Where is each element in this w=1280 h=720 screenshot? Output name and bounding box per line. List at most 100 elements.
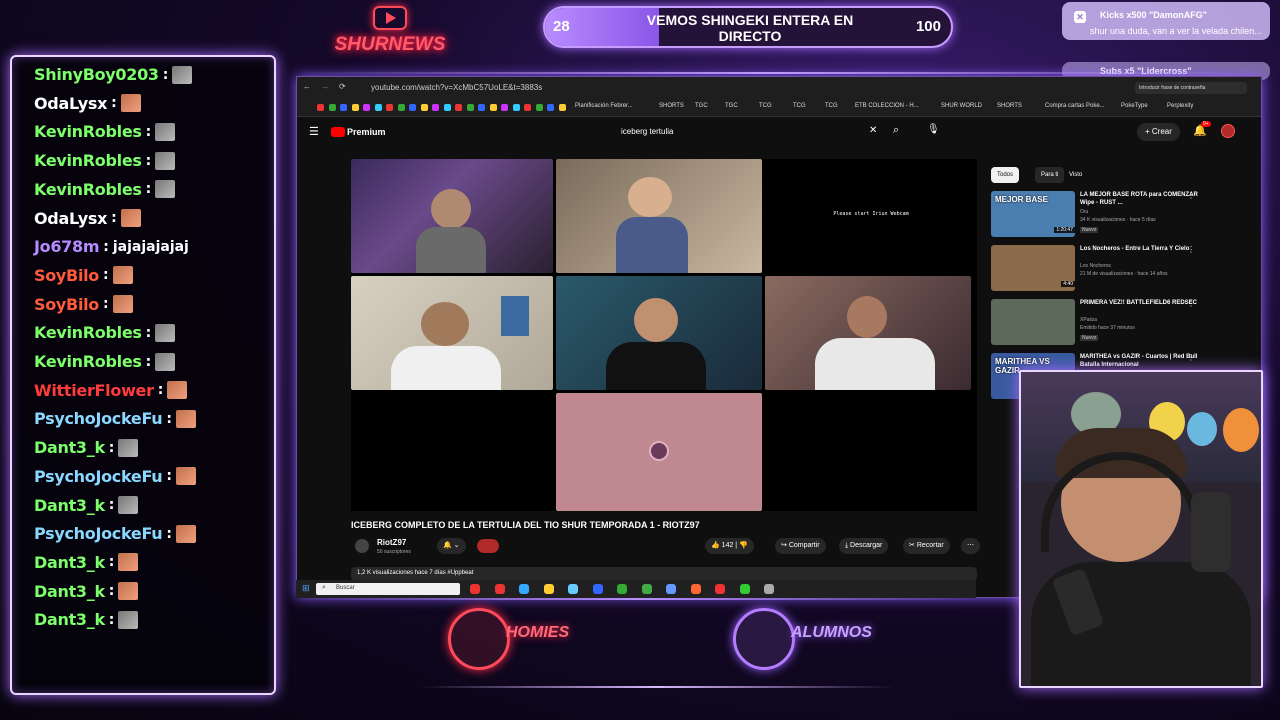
app-icon[interactable] xyxy=(690,584,701,594)
bookmark-favicon-icon[interactable] xyxy=(466,104,474,111)
url-field[interactable]: youtube.com/watch?v=XcMbC57UoLE&t=3883s xyxy=(357,81,977,95)
chat-username[interactable]: KevinRobles xyxy=(34,180,142,199)
avatar[interactable] xyxy=(1221,124,1235,138)
bookmark-item[interactable]: Compra cartas Poke... xyxy=(1045,103,1105,109)
recommended-video[interactable]: MEJOR BASE 1:20:47 LA MEJOR BASE ROTA para… xyxy=(991,191,1253,239)
bookmark-item[interactable]: ETB COLECCION - H... xyxy=(855,103,919,109)
chat-username[interactable]: Jo678m xyxy=(34,237,100,256)
more-options-icon[interactable]: ⋮ xyxy=(1187,245,1195,254)
bookmark-favicon-icon[interactable] xyxy=(397,104,405,111)
back-icon[interactable]: ← xyxy=(303,82,311,91)
chat-username[interactable]: Dant3_k xyxy=(34,438,105,457)
bookmark-item[interactable]: PokeType xyxy=(1121,103,1148,109)
bookmark-favicon-icon[interactable] xyxy=(409,104,416,111)
search-icon[interactable]: ⌕ xyxy=(893,124,899,137)
bookmark-item[interactable]: SHORTS xyxy=(997,103,1022,109)
chat-username[interactable]: SoyBilo xyxy=(34,266,99,285)
bookmark-favicon-icon[interactable] xyxy=(512,104,520,111)
like-button[interactable]: 👍 142 | 👎 xyxy=(705,538,754,554)
bookmark-favicon-icon[interactable] xyxy=(420,104,428,111)
bookmark-favicon-icon[interactable] xyxy=(558,104,566,111)
bookmark-favicon-icon[interactable] xyxy=(478,104,485,111)
opera-icon[interactable] xyxy=(494,584,505,594)
windows-start-icon[interactable]: ⊞ xyxy=(302,583,310,594)
bookmark-item[interactable]: TCG xyxy=(759,103,772,109)
notepad-icon[interactable] xyxy=(764,584,774,594)
clear-search-icon[interactable]: ✕ xyxy=(869,125,877,136)
bookmark-item[interactable]: TGC xyxy=(725,103,738,109)
chat-username[interactable]: WittierFlower xyxy=(34,381,154,400)
thumbs-down-icon[interactable]: | 👎 xyxy=(733,542,748,549)
bookmark-item[interactable]: Planificación Febrer... xyxy=(575,103,633,109)
app-icon[interactable] xyxy=(739,584,750,594)
recommended-video[interactable]: 4:40 Los Nocheros - Entre La Tierra Y Cie… xyxy=(991,245,1253,293)
bookmark-item[interactable]: TGC xyxy=(695,103,708,109)
bookmark-favicon-icon[interactable] xyxy=(386,104,393,111)
chat-username[interactable]: KevinRobles xyxy=(34,323,142,342)
bookmark-favicon-icon[interactable] xyxy=(535,104,543,111)
bookmark-favicon-icon[interactable] xyxy=(351,104,359,111)
bookmark-favicon-icon[interactable] xyxy=(489,104,497,111)
bookmark-favicon-icon[interactable] xyxy=(524,104,531,111)
chat-username[interactable]: KevinRobles xyxy=(34,122,142,141)
bookmark-favicon-icon[interactable] xyxy=(317,104,324,111)
pokeball-icon[interactable] xyxy=(715,584,725,594)
bookmark-favicon-icon[interactable] xyxy=(432,104,439,111)
recommended-video[interactable]: PRIMERA VEZ!! BATTLEFIELD6 REDSEC XPaiiza… xyxy=(991,299,1253,347)
chat-username[interactable]: ShinyBoy0203 xyxy=(34,65,159,84)
chip-all[interactable]: Todos xyxy=(991,167,1020,183)
more-options-icon[interactable]: ⋮ xyxy=(1187,353,1195,362)
bookmark-item[interactable]: SHUR WORLD xyxy=(941,103,982,109)
forward-icon[interactable]: → xyxy=(321,82,329,91)
bookmark-favicon-icon[interactable] xyxy=(547,104,554,111)
app-icon[interactable] xyxy=(592,584,603,594)
bookmark-item[interactable]: SHORTS xyxy=(659,103,684,109)
video-thumbnail[interactable] xyxy=(991,299,1075,345)
bookmark-item[interactable]: Perplexity xyxy=(1167,103,1193,109)
chat-username[interactable]: KevinRobles xyxy=(34,151,142,170)
folder-icon[interactable] xyxy=(543,584,554,594)
chat-username[interactable]: Dant3_k xyxy=(34,610,105,629)
download-button[interactable]: ⤓ Descargar xyxy=(839,538,889,554)
search-input[interactable]: iceberg tertulia ✕ xyxy=(615,123,891,141)
more-options-icon[interactable]: ⋮ xyxy=(1187,191,1195,200)
chat-username[interactable]: PsychoJockeFu xyxy=(34,524,163,543)
chrome-icon[interactable] xyxy=(641,584,652,594)
taskbar-search[interactable]: ⌕ Buscar xyxy=(316,583,460,595)
channel-name[interactable]: RiotZ97 xyxy=(377,538,406,547)
chip-watched[interactable]: Visto xyxy=(1063,167,1088,183)
bookmark-favicon-icon[interactable] xyxy=(501,104,508,111)
store-icon[interactable] xyxy=(568,584,578,594)
bookmark-favicon-icon[interactable] xyxy=(340,104,347,111)
bookmark-favicon-icon[interactable] xyxy=(374,104,382,111)
chat-username[interactable]: KevinRobles xyxy=(34,352,142,371)
bookmark-favicon-icon[interactable] xyxy=(443,104,451,111)
bookmark-item[interactable]: TCG xyxy=(825,103,838,109)
microphone-icon[interactable]: 🎙 xyxy=(927,124,940,135)
bookmark-favicon-icon[interactable] xyxy=(455,104,462,111)
discord-icon[interactable] xyxy=(666,584,676,594)
browser-icon[interactable] xyxy=(470,584,480,594)
clip-button[interactable]: ✂ Recortar xyxy=(903,538,950,554)
more-options-icon[interactable]: ⋮ xyxy=(1187,299,1195,308)
join-button[interactable] xyxy=(477,539,499,553)
more-actions-button[interactable]: ⋯ xyxy=(961,538,980,554)
edge-icon[interactable] xyxy=(519,584,529,594)
chat-username[interactable]: Dant3_k xyxy=(34,553,105,572)
chat-username[interactable]: PsychoJockeFu xyxy=(34,409,163,428)
channel-avatar[interactable] xyxy=(355,539,369,553)
bookmark-favicon-icon[interactable] xyxy=(328,104,336,111)
video-player[interactable]: Please start Iriun Webcam xyxy=(351,159,977,511)
chrome-icon[interactable] xyxy=(617,584,627,594)
chat-username[interactable]: Dant3_k xyxy=(34,582,105,601)
menu-icon[interactable]: ☰ xyxy=(309,125,319,138)
chat-username[interactable]: OdaLysx xyxy=(34,94,107,113)
reload-icon[interactable]: ⟳ xyxy=(339,82,346,91)
create-button[interactable]: + Crear xyxy=(1137,123,1180,141)
chat-username[interactable]: Dant3_k xyxy=(34,496,105,515)
chat-username[interactable]: PsychoJockeFu xyxy=(34,467,163,486)
chat-username[interactable]: SoyBilo xyxy=(34,295,99,314)
chip-for-you[interactable]: Para ti xyxy=(1035,167,1065,183)
video-description[interactable]: 1,2 K visualizaciones hace 7 días #Uppbe… xyxy=(351,567,977,581)
subscription-bell-button[interactable]: 🔔 ⌄ xyxy=(437,538,466,554)
